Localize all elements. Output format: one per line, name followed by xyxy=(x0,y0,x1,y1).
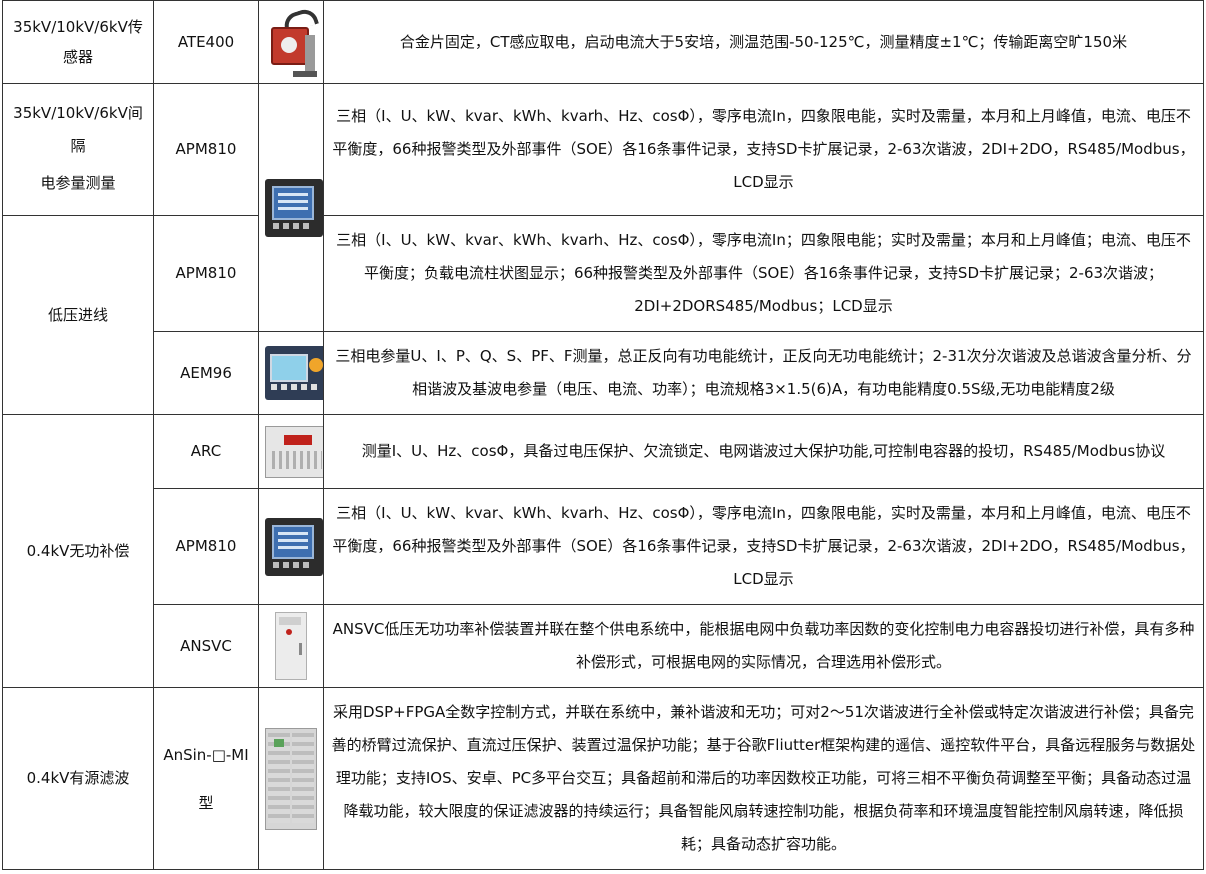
category-cell: 35kV/10kV/6kV传感器 xyxy=(2,0,154,84)
model-label: APM810 xyxy=(175,264,237,282)
model-cell: ARC xyxy=(153,414,259,489)
model-label: AnSin-□-MI 型 xyxy=(163,745,249,812)
table-row: ANSVC ANSVC低压无功功率补偿装置并联在整个供电系统中，能根据电网中负载… xyxy=(3,604,1204,688)
table-row: 低压进线 APM810 三相（I、U、kW、kvar、kWh、kvarh、Hz、… xyxy=(2,215,1204,415)
category-label: 电参量测量 xyxy=(40,173,116,192)
description-cell: 三相（I、U、kW、kvar、kWh、kvarh、Hz、cosΦ），零序电流In… xyxy=(323,488,1204,605)
model-label: AEM96 xyxy=(180,363,232,382)
category-cell: 35kV/10kV/6kV间隔 电参量测量 xyxy=(2,83,154,216)
table-row: AEM96 三相电参量U、I、P、Q、S、PF、F测量，总正反向有功电能统计，正… xyxy=(3,331,1204,415)
power-meter-image xyxy=(265,178,323,237)
model-cell: ANSVC xyxy=(153,604,259,688)
model-label: APM810 xyxy=(175,537,237,555)
description-text: 测量I、U、Hz、cosΦ，具备过电压保护、欠流锁定、电网谐波过大保护功能,可控… xyxy=(361,442,1166,460)
power-meter-image xyxy=(265,517,323,576)
model-label: APM810 xyxy=(175,140,237,158)
temperature-sensor-image xyxy=(265,5,319,79)
model-cell: AEM96 xyxy=(153,331,259,415)
category-label: 35kV/10kV/6kV传感器 xyxy=(13,18,143,66)
model-label: ARC xyxy=(190,442,222,460)
product-image-cell xyxy=(258,604,324,688)
description-text: ANSVC低压无功功率补偿装置并联在整个供电系统中，能根据电网中负载功率因数的变… xyxy=(332,620,1195,671)
description-text: 三相（I、U、kW、kvar、kWh、kvarh、Hz、cosΦ），零序电流In… xyxy=(336,231,1191,315)
category-cell: 0.4kV有源滤波 xyxy=(2,687,154,870)
category-label: 35kV/10kV/6kV间隔 xyxy=(13,103,143,155)
table-row: 0.4kV无功补偿 ARC 测量I、U、Hz、cosΦ，具备过电压保护、欠流锁定… xyxy=(2,414,1204,688)
description-cell: 测量I、U、Hz、cosΦ，具备过电压保护、欠流锁定、电网谐波过大保护功能,可控… xyxy=(323,414,1204,489)
product-image-cell xyxy=(258,488,324,605)
description-cell: 三相电参量U、I、P、Q、S、PF、F测量，总正反向有功电能统计，正反向无功电能… xyxy=(323,331,1204,415)
model-cell: APM810 xyxy=(153,83,259,216)
model-label: ANSVC xyxy=(180,636,232,655)
description-text: 三相（I、U、kW、kvar、kWh、kvarh、Hz、cosΦ），零序电流In… xyxy=(332,504,1195,588)
model-label: ATE400 xyxy=(177,32,235,51)
category-cell: 低压进线 xyxy=(2,215,154,415)
description-cell: 三相（I、U、kW、kvar、kWh、kvarh、Hz、cosΦ），零序电流In… xyxy=(323,83,1204,216)
model-cell: APM810 xyxy=(153,488,259,605)
product-spec-table: 35kV/10kV/6kV传感器 ATE400 合金片固定，CT感应取电，启动电… xyxy=(2,0,1204,870)
description-cell: 合金片固定，CT感应取电，启动电流大于5安培，测温范围-50-125℃，测量精度… xyxy=(323,0,1204,84)
description-text: 三相（I、U、kW、kvar、kWh、kvarh、Hz、cosΦ），零序电流In… xyxy=(332,107,1195,191)
active-filter-cabinet-image xyxy=(265,727,317,830)
product-image-cell xyxy=(258,83,324,332)
capacitor-controller-image xyxy=(265,425,323,478)
category-cell: 0.4kV无功补偿 xyxy=(2,414,154,688)
product-image-cell xyxy=(258,331,324,415)
category-label: 0.4kV无功补偿 xyxy=(26,541,130,560)
model-cell: APM810 xyxy=(153,215,259,332)
description-text: 三相电参量U、I、P、Q、S、PF、F测量，总正反向有功电能统计，正反向无功电能… xyxy=(335,347,1192,398)
description-text: 采用DSP+FPGA全数字控制方式，并联在系统中，兼补谐波和无功；可对2～51次… xyxy=(331,703,1196,853)
compensation-cabinet-image xyxy=(275,612,307,680)
description-text: 合金片固定，CT感应取电，启动电流大于5安培，测温范围-50-125℃，测量精度… xyxy=(399,32,1128,51)
energy-meter-image xyxy=(265,346,323,400)
product-image-cell xyxy=(258,687,324,870)
table-row: 0.4kV有源滤波 AnSin-□-MI 型 采用DSP+FPGA全数字控制方式… xyxy=(2,687,1204,870)
product-image-cell xyxy=(258,0,324,84)
description-cell: 采用DSP+FPGA全数字控制方式，并联在系统中，兼补谐波和无功；可对2～51次… xyxy=(323,687,1204,870)
table-row: 35kV/10kV/6kV传感器 ATE400 合金片固定，CT感应取电，启动电… xyxy=(2,0,1204,84)
model-cell: ATE400 xyxy=(153,0,259,84)
description-cell: ANSVC低压无功功率补偿装置并联在整个供电系统中，能根据电网中负载功率因数的变… xyxy=(323,604,1204,688)
product-image-cell xyxy=(258,414,324,489)
table-row: APM810 三相（I、U、kW、kvar、kWh、kvarh、Hz、cosΦ）… xyxy=(3,488,1204,605)
description-cell: 三相（I、U、kW、kvar、kWh、kvarh、Hz、cosΦ），零序电流In… xyxy=(323,215,1204,332)
table-row: 35kV/10kV/6kV间隔 电参量测量 APM810 三相（I、U、kW、k… xyxy=(2,83,1204,332)
category-label: 0.4kV有源滤波 xyxy=(26,769,130,787)
category-label: 低压进线 xyxy=(47,305,108,324)
model-cell: AnSin-□-MI 型 xyxy=(153,687,259,870)
